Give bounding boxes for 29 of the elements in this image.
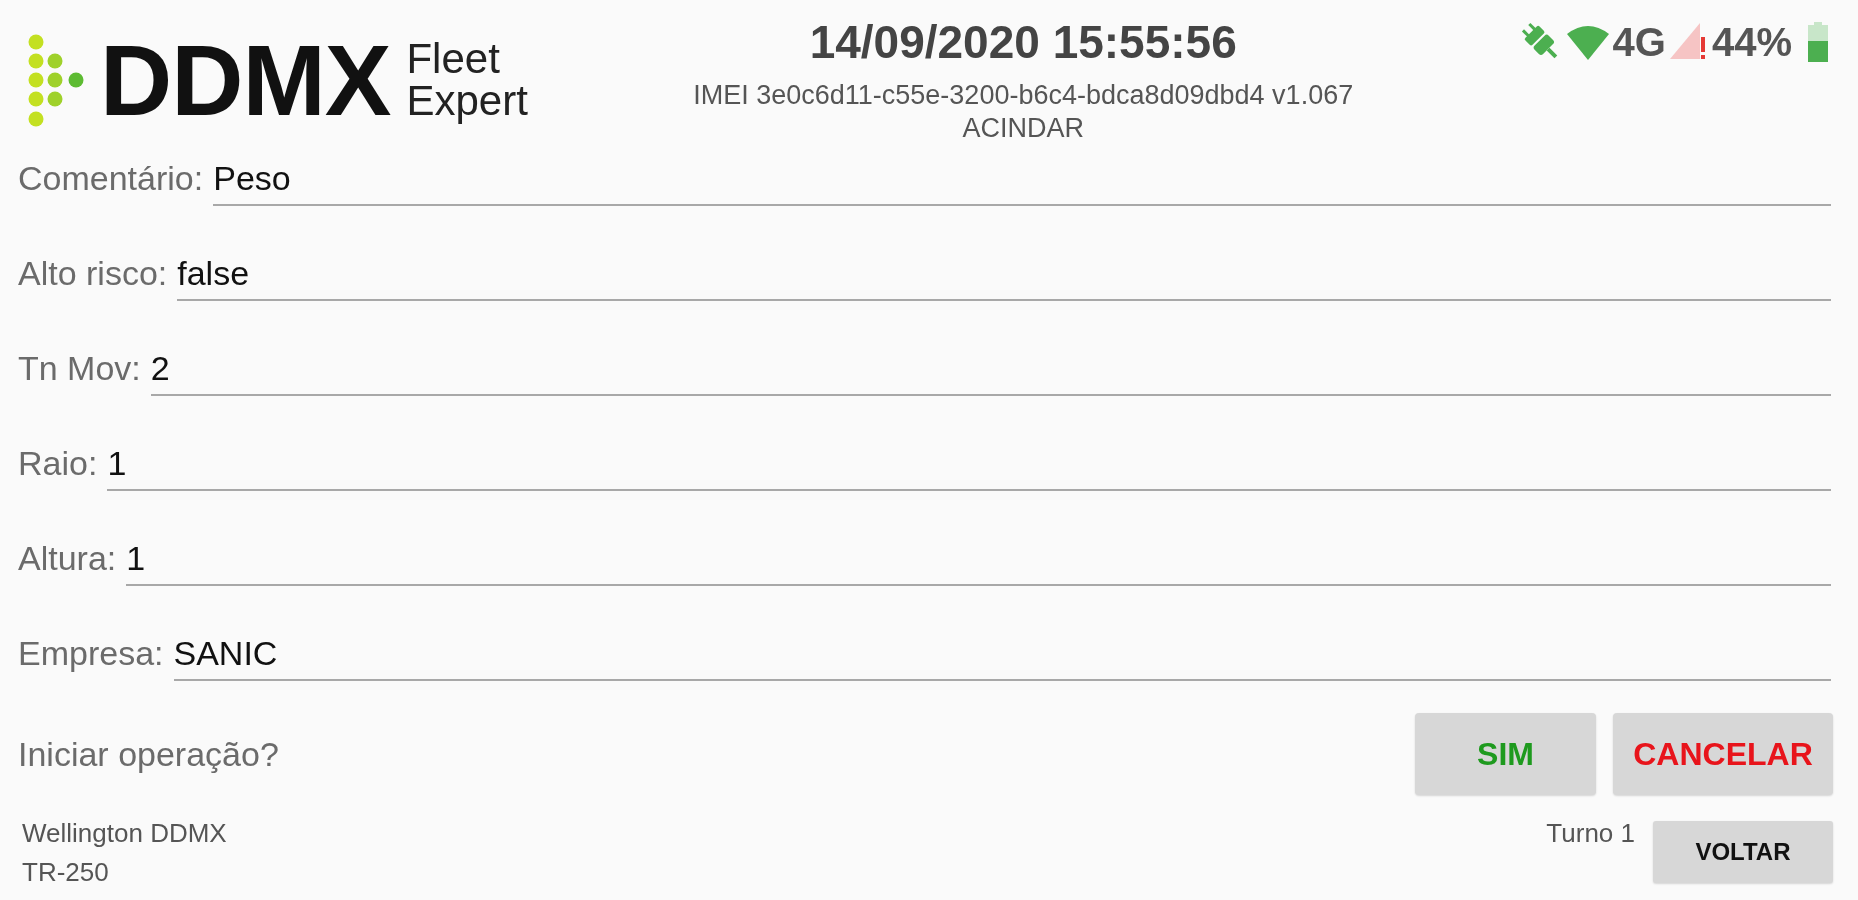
text-field[interactable]: SANIC bbox=[173, 633, 1831, 681]
text-field[interactable]: 2 bbox=[150, 348, 1831, 396]
wifi-icon bbox=[1566, 24, 1609, 60]
company-name: ACINDAR bbox=[962, 113, 1084, 144]
logo-tagline: Expert bbox=[406, 80, 528, 122]
logo-brand: DDMX bbox=[100, 30, 391, 130]
device-info: IMEI 3e0c6d11-c55e-3200-b6c4-bdca8d09dbd4 v1.067 bbox=[693, 80, 1354, 111]
user-name: Wellington DDMX bbox=[22, 821, 227, 845]
text-field[interactable]: false bbox=[177, 253, 1831, 301]
battery-icon bbox=[1808, 22, 1828, 62]
field-label: Tn Mov: bbox=[18, 348, 141, 388]
shift-label: Turno 1 bbox=[1546, 821, 1635, 845]
field-label: Empresa: bbox=[18, 633, 164, 673]
battery-percent: 44% bbox=[1711, 20, 1792, 64]
network-type: 4G bbox=[1612, 20, 1666, 64]
vehicle-id: TR-250 bbox=[22, 860, 109, 884]
field-label: Alto risco: bbox=[18, 253, 168, 293]
logo-dots-icon bbox=[28, 33, 84, 127]
field-label: Altura: bbox=[18, 538, 117, 578]
field-label: Comentário: bbox=[18, 158, 204, 198]
date-time: 14/09/2020 15:55:56 bbox=[809, 16, 1237, 68]
signal-alert-icon bbox=[1669, 23, 1708, 61]
text-field[interactable]: 1 bbox=[126, 538, 1831, 586]
logo-tagline: Fleet bbox=[406, 38, 501, 80]
back-button[interactable]: VOLTAR bbox=[1653, 821, 1833, 883]
confirm-question: Iniciar operação? bbox=[18, 734, 279, 774]
text-field[interactable]: Peso bbox=[213, 158, 1831, 206]
text-field[interactable]: 1 bbox=[107, 443, 1831, 491]
field-label: Raio: bbox=[18, 443, 98, 483]
